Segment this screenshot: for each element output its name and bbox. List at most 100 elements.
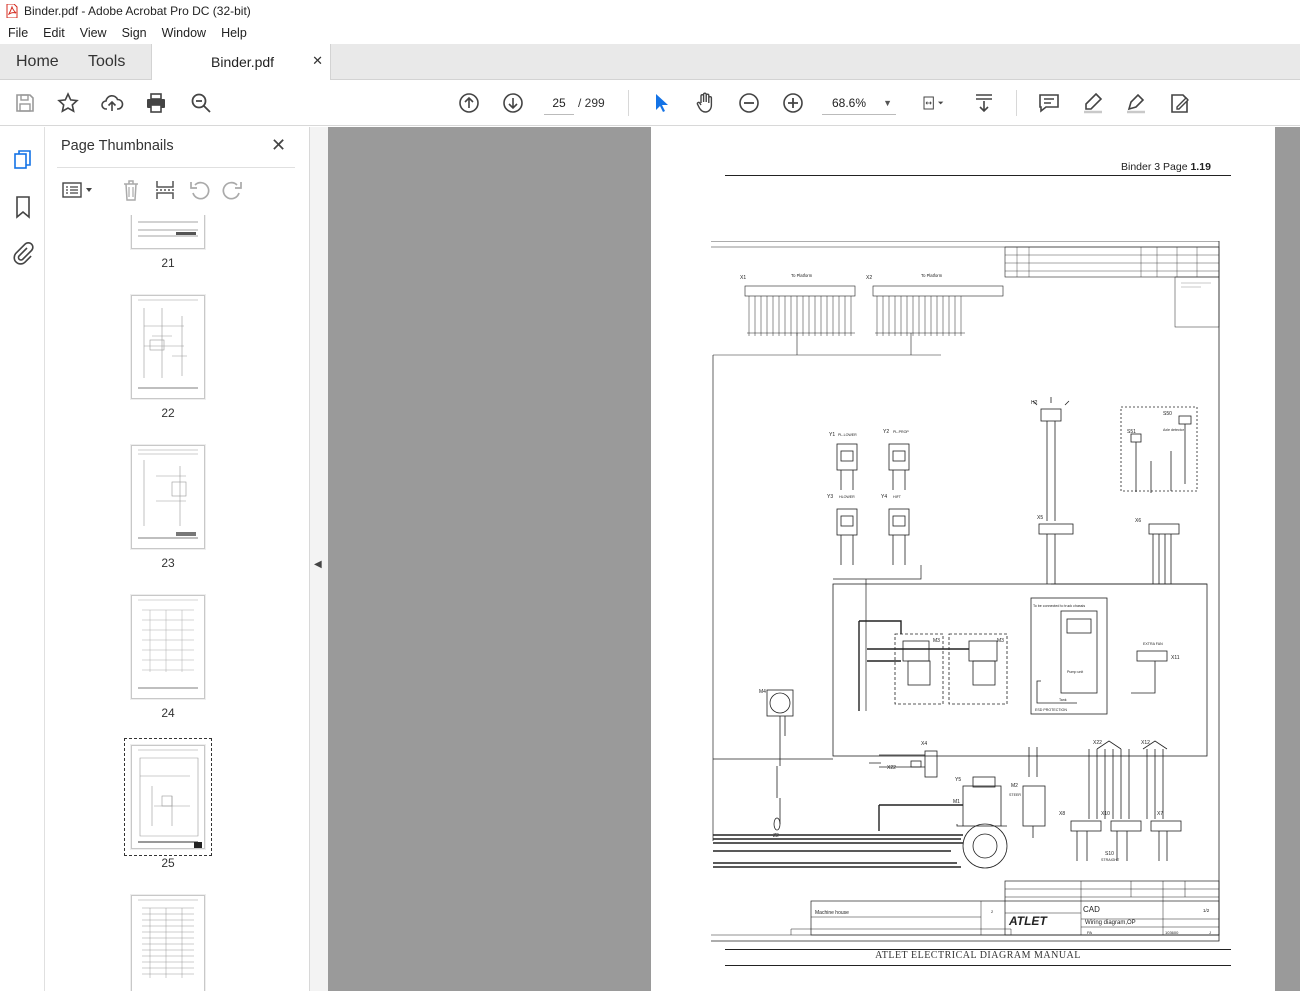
dgm-y2: Y2 — [883, 429, 889, 435]
tab-document[interactable]: Binder.pdf ✕ — [151, 44, 331, 80]
menu-sign[interactable]: Sign — [114, 26, 154, 40]
menu-edit[interactable]: Edit — [35, 26, 72, 40]
dgm-x8: X8 — [1059, 811, 1065, 817]
dgm-tank: Tank — [1059, 698, 1067, 702]
panel-splitter[interactable]: ◀ — [309, 127, 328, 991]
draw-pen-icon[interactable] — [1123, 90, 1149, 116]
panel-divider — [57, 167, 295, 168]
previous-page-icon[interactable] — [456, 90, 482, 116]
highlight-pen-icon[interactable] — [1080, 90, 1106, 116]
zoom-level-value: 68.6% — [832, 96, 867, 110]
page-total: / 299 — [578, 96, 605, 110]
page-header-prefix: Binder 3 Page — [1121, 161, 1191, 173]
page-footer: ATLET ELECTRICAL DIAGRAM MANUAL — [875, 950, 1081, 961]
dgm-rev: J — [1209, 930, 1211, 935]
menu-view[interactable]: View — [72, 26, 114, 40]
rotate-left-icon[interactable] — [187, 177, 211, 203]
fill-sign-icon[interactable] — [1167, 90, 1193, 116]
dgm-machine-house: Machine house — [815, 910, 849, 916]
dgm-truck-chassis: To be connected to truck chassis — [1033, 604, 1085, 608]
dgm-x12: X12 — [1141, 740, 1150, 746]
dgm-to-platform-2: To Platform — [921, 273, 943, 278]
rotate-right-icon[interactable] — [221, 177, 245, 203]
zoom-search-icon[interactable] — [188, 90, 214, 116]
dgm-y3: Y3 — [827, 494, 833, 500]
toolbar-divider — [628, 90, 629, 116]
upload-cloud-icon[interactable] — [99, 90, 125, 116]
thumbnail-page-selected[interactable] — [124, 738, 212, 856]
options-menu-icon[interactable] — [61, 177, 95, 203]
thumbnail-label: 22 — [161, 406, 175, 420]
dgm-s10: S10 — [1105, 851, 1114, 857]
dgm-x1: X1 — [740, 275, 746, 281]
menu-file[interactable]: File — [0, 26, 35, 40]
zoom-level-select[interactable]: 68.6% ▼ — [822, 91, 896, 115]
dgm-m3-left: M3 — [933, 638, 940, 644]
dgm-x10: X10 — [1101, 811, 1110, 817]
tab-document-label: Binder.pdf — [211, 54, 275, 70]
dgm-x4: X4 — [921, 741, 927, 747]
dgm-m4: M4 — [759, 689, 766, 695]
dgm-m1: M1 — [953, 799, 960, 805]
bookmarks-icon[interactable] — [10, 194, 36, 220]
footer-rule-bottom — [725, 965, 1231, 966]
dgm-y5: Y5 — [955, 777, 961, 783]
zoom-in-icon[interactable] — [780, 90, 806, 116]
window-title: Binder.pdf - Adobe Acrobat Pro DC (32-bi… — [24, 4, 251, 18]
dgm-y2-label: PL-PROP — [893, 430, 909, 434]
delete-page-icon[interactable] — [119, 177, 143, 203]
bookmark-star-icon[interactable] — [55, 90, 81, 116]
comment-icon[interactable] — [1036, 90, 1062, 116]
acrobat-app-icon — [6, 4, 18, 18]
dgm-straight: STRAIGHT — [1101, 858, 1120, 862]
page-header-number: 1.19 — [1190, 161, 1211, 173]
next-page-icon[interactable] — [500, 90, 526, 116]
dgm-axle-detector: Axle detector — [1163, 428, 1185, 432]
header-rule — [725, 175, 1231, 176]
save-icon[interactable] — [12, 90, 38, 116]
dgm-esd: ESD PROTECTION — [1035, 708, 1067, 712]
extract-page-icon[interactable] — [153, 177, 177, 203]
dgm-x6: X6 — [1135, 518, 1141, 524]
select-cursor-icon[interactable] — [648, 90, 674, 116]
dgm-m2: M2 — [1011, 783, 1018, 789]
scrolling-mode-icon[interactable] — [971, 90, 997, 116]
menu-window[interactable]: Window — [154, 26, 213, 40]
page-number-input[interactable]: 25 — [544, 91, 574, 115]
hand-tool-icon[interactable] — [692, 90, 718, 116]
thumbnail-page[interactable] — [131, 595, 205, 699]
page-fit-icon[interactable] — [916, 90, 952, 116]
panel-title: Page Thumbnails — [61, 138, 174, 154]
thumbnail-page[interactable] — [131, 215, 205, 249]
dgm-y4: Y4 — [881, 494, 887, 500]
dgm-steer: STEER — [1009, 793, 1021, 797]
dgm-pump-unit: Pump unit — [1067, 670, 1083, 674]
dgm-wiring-title: Wiring diagram,OP — [1085, 920, 1136, 926]
dgm-cad: CAD — [1083, 905, 1100, 914]
toolbar-divider — [1016, 90, 1017, 116]
tab-home[interactable]: Home — [16, 44, 59, 79]
close-panel-icon[interactable]: ✕ — [271, 135, 286, 156]
left-navigation-rail — [0, 127, 45, 991]
menu-help[interactable]: Help — [213, 26, 254, 40]
dgm-z2: Z2 — [773, 833, 779, 839]
collapse-panel-icon[interactable]: ◀ — [314, 559, 322, 570]
zoom-out-icon[interactable] — [736, 90, 762, 116]
thumbnail-page[interactable] — [131, 295, 205, 399]
thumbnail-label: 21 — [161, 256, 175, 270]
thumbnail-label: 25 — [161, 856, 175, 870]
tab-tools[interactable]: Tools — [88, 44, 125, 79]
thumbnail-page[interactable] — [131, 445, 205, 549]
thumbnail-page[interactable] — [131, 895, 205, 991]
dgm-s51: S51 — [1127, 429, 1136, 435]
dgm-number: 103600 — [1165, 930, 1179, 935]
dgm-x2: X2 — [866, 275, 872, 281]
close-tab-icon[interactable]: ✕ — [312, 53, 323, 69]
attachments-icon[interactable] — [10, 240, 36, 266]
print-icon[interactable] — [143, 90, 169, 116]
page-thumbnails-panel: Page Thumbnails ✕ 21 22 23 24 25 — [45, 127, 347, 991]
page-header: Binder 3 Page 1.19 — [1121, 161, 1211, 173]
page-thumbnails-icon[interactable] — [10, 147, 36, 173]
dgm-x7: X7 — [1157, 811, 1163, 817]
document-viewer[interactable]: Binder 3 Page 1.19 X1 To Platform X2 To … — [328, 127, 1300, 991]
